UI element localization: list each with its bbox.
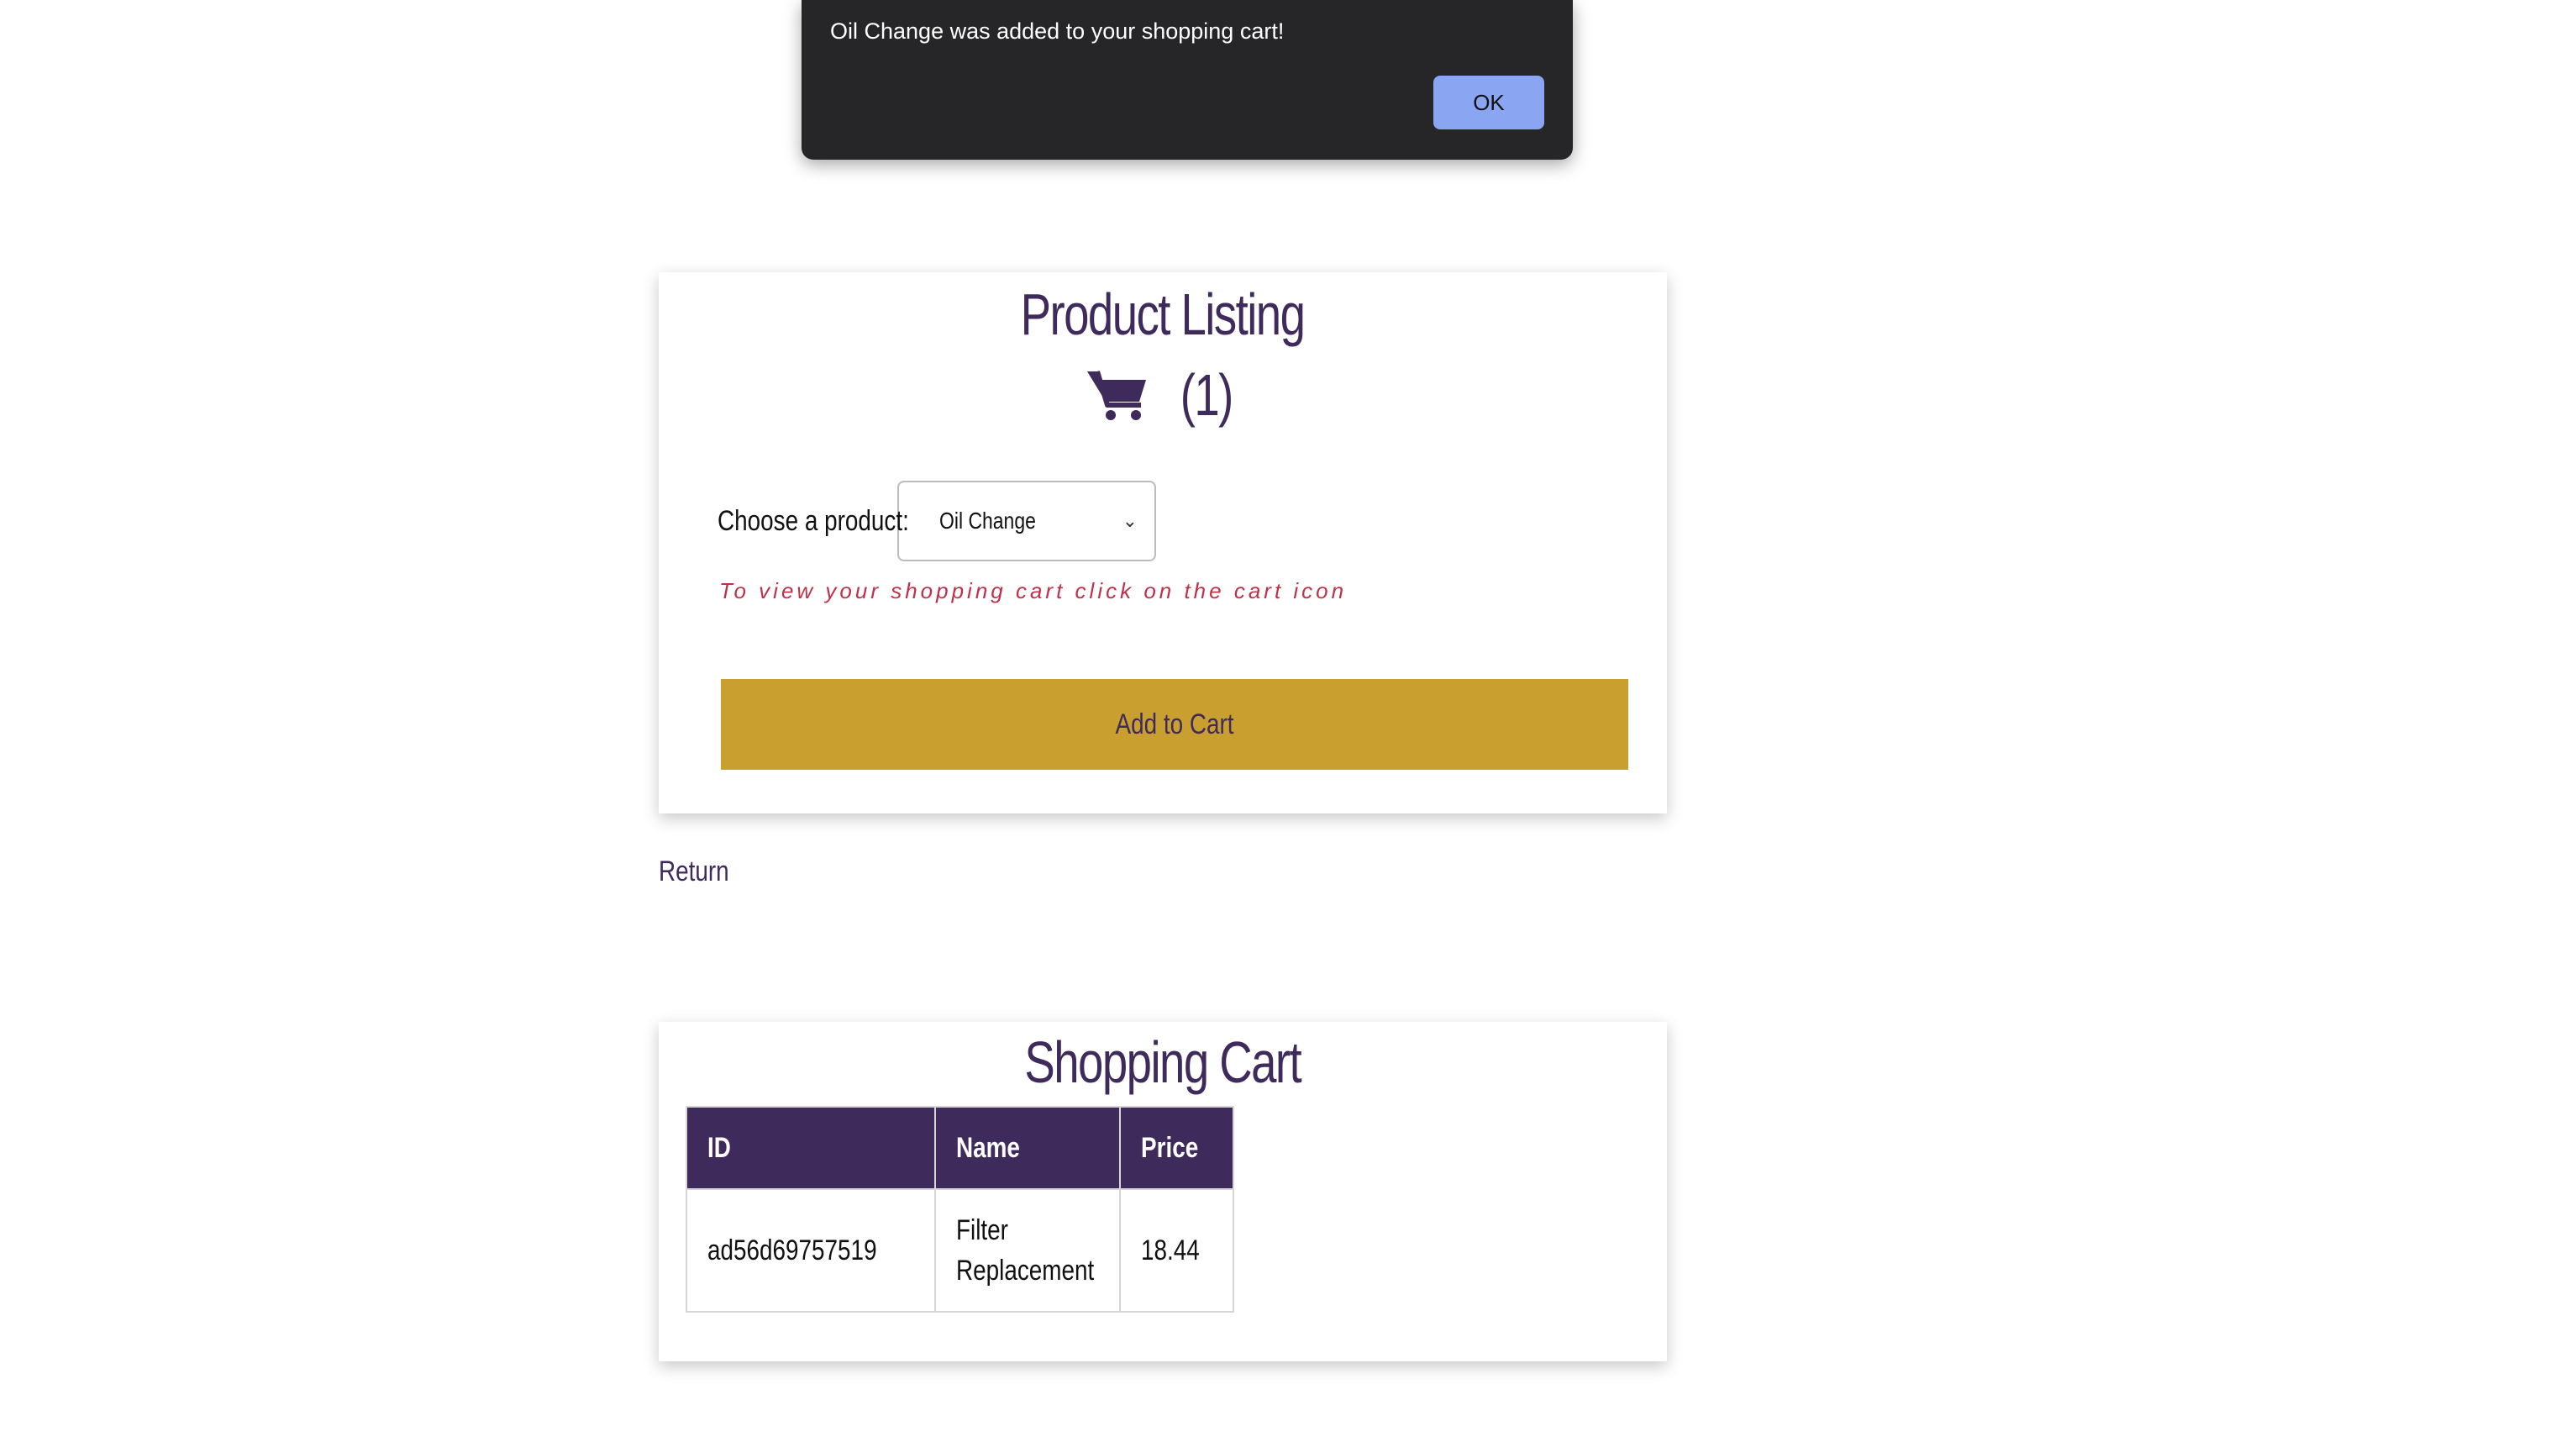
cart-count[interactable]: (1) xyxy=(659,356,1667,429)
chevron-down-icon: ⌄ xyxy=(1122,510,1138,531)
table-row: ad56d69757519 Filter Replacement 18.44 xyxy=(686,1188,1234,1313)
cell-name: Filter Replacement xyxy=(933,1188,1121,1313)
product-select[interactable]: Oil Change ⌄ xyxy=(897,481,1156,561)
product-select-value: Oil Change xyxy=(939,508,1036,534)
product-listing-title: Product Listing xyxy=(1021,282,1306,347)
cell-price: 18.44 xyxy=(1118,1188,1234,1313)
add-to-cart-button[interactable]: Add to Cart xyxy=(721,679,1628,770)
cell-id: ad56d69757519 xyxy=(686,1188,936,1313)
shopping-cart-card: Shopping Cart ID Name Price ad56d6975751… xyxy=(659,1022,1667,1361)
cart-count-text: (1) xyxy=(1180,361,1234,428)
table-header-row: ID Name Price xyxy=(686,1106,1234,1190)
alert-ok-button[interactable]: OK xyxy=(1433,76,1544,129)
column-header-name: Name xyxy=(933,1106,1121,1190)
return-link[interactable]: Return xyxy=(659,855,744,888)
column-header-price: Price xyxy=(1118,1106,1234,1190)
cart-table: ID Name Price ad56d69757519 Filter Repla… xyxy=(686,1106,1234,1313)
choose-product-row: Choose a product: Oil Change ⌄ xyxy=(718,481,1156,561)
shopping-cart-title: Shopping Cart xyxy=(1024,1029,1302,1095)
alert-dialog: Oil Change was added to your shopping ca… xyxy=(802,0,1573,160)
product-listing-card: Product Listing (1) Choose a product: Oi… xyxy=(659,272,1667,813)
choose-product-label: Choose a product: xyxy=(718,504,909,537)
alert-message: Oil Change was added to your shopping ca… xyxy=(830,18,1285,44)
column-header-id: ID xyxy=(686,1106,936,1190)
add-to-cart-label: Add to Cart xyxy=(1115,708,1234,740)
shopping-cart-icon[interactable] xyxy=(1086,368,1149,422)
cart-hint-text: To view your shopping cart click on the … xyxy=(719,578,1348,603)
